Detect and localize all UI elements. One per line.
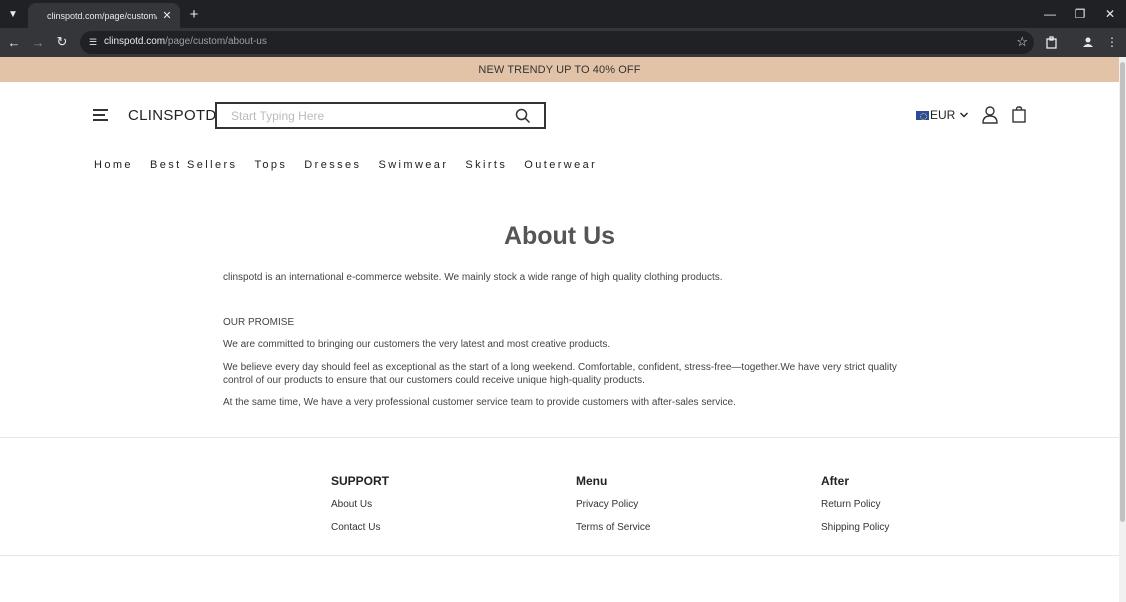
promise-paragraph-2: We believe every day should feel as exce… xyxy=(223,362,897,386)
browser-tab-strip: ▼ clinspotd.com/page/custom/about-us ✕ +… xyxy=(0,0,1126,28)
footer-menu-heading: Menu xyxy=(576,474,608,488)
page-scrollbar[interactable] xyxy=(1119,57,1126,602)
footer-link-contact-us[interactable]: Contact Us xyxy=(331,522,380,533)
site-logo[interactable]: CLINSPOTD xyxy=(128,107,217,124)
minimize-icon[interactable]: — xyxy=(1040,4,1060,24)
promo-banner[interactable]: NEW TRENDY UP TO 40% OFF xyxy=(0,57,1119,82)
tab-close-icon[interactable]: ✕ xyxy=(160,8,174,22)
currency-selector[interactable]: EUR xyxy=(916,108,969,122)
footer-top-divider xyxy=(0,437,1119,438)
promise-heading: OUR PROMISE xyxy=(223,317,295,328)
nav-tops[interactable]: Tops xyxy=(254,159,287,171)
promo-text: NEW TRENDY UP TO 40% OFF xyxy=(478,63,641,76)
footer-link-shipping-policy[interactable]: Shipping Policy xyxy=(821,522,889,533)
restore-icon[interactable]: ❐ xyxy=(1070,4,1090,24)
tab-title: clinspotd.com/page/custom/about-us xyxy=(47,10,157,21)
hamburger-menu-icon[interactable] xyxy=(93,108,108,122)
url-text[interactable]: clinspotd.com/page/custom/about-us xyxy=(104,36,267,47)
reload-icon[interactable]: ↻ xyxy=(53,33,71,51)
eu-flag-icon xyxy=(916,110,929,120)
extensions-puzzle-icon[interactable] xyxy=(1043,33,1061,51)
footer-link-terms-of-service[interactable]: Terms of Service xyxy=(576,522,650,533)
promise-paragraph-1: We are committed to bringing our custome… xyxy=(223,339,611,350)
nav-dresses[interactable]: Dresses xyxy=(304,159,361,171)
footer-after-heading: After xyxy=(821,474,850,488)
bookmark-star-icon[interactable]: ☆ xyxy=(1016,34,1028,50)
search-input[interactable] xyxy=(231,109,511,123)
nav-swimwear[interactable]: Swimwear xyxy=(378,159,448,171)
main-navigation: Home Best Sellers Tops Dresses Swimwear … xyxy=(94,159,614,171)
shopping-bag-icon[interactable] xyxy=(1012,106,1026,123)
forward-arrow-icon[interactable]: → xyxy=(29,33,47,51)
footer-bottom-divider xyxy=(0,555,1119,556)
search-box[interactable] xyxy=(215,102,546,129)
chevron-down-icon xyxy=(960,112,969,118)
browser-toolbar: ← → ↻ ☰ clinspotd.com/page/custom/about-… xyxy=(0,28,1126,57)
browser-tab-active[interactable]: clinspotd.com/page/custom/about-us ✕ xyxy=(28,3,180,28)
footer-link-return-policy[interactable]: Return Policy xyxy=(821,499,880,510)
page-title: About Us xyxy=(503,222,616,250)
back-arrow-icon[interactable]: ← xyxy=(5,33,23,51)
tab-search-chevron-icon[interactable]: ▼ xyxy=(4,5,22,23)
footer-link-about-us[interactable]: About Us xyxy=(331,499,372,510)
nav-best-sellers[interactable]: Best Sellers xyxy=(150,159,238,171)
intro-paragraph: clinspotd is an international e-commerce… xyxy=(223,272,723,283)
account-user-icon[interactable] xyxy=(982,106,998,124)
site-info-icon[interactable]: ☰ xyxy=(86,35,100,49)
profile-avatar-icon[interactable] xyxy=(1079,33,1097,51)
nav-skirts[interactable]: Skirts xyxy=(465,159,507,171)
browser-menu-kebab-icon[interactable]: ⋮ xyxy=(1103,33,1121,51)
search-icon[interactable] xyxy=(515,108,531,124)
footer-support-heading: SUPPORT xyxy=(331,474,390,488)
footer-link-privacy-policy[interactable]: Privacy Policy xyxy=(576,499,638,510)
nav-outerwear[interactable]: Outerwear xyxy=(524,159,597,171)
nav-home[interactable]: Home xyxy=(94,159,133,171)
currency-label: EUR xyxy=(930,108,956,122)
address-bar[interactable]: ☰ clinspotd.com/page/custom/about-us ☆ xyxy=(80,31,1034,54)
window-close-icon[interactable]: ✕ xyxy=(1100,4,1120,24)
promise-paragraph-3: At the same time, We have a very profess… xyxy=(223,397,736,408)
new-tab-plus-icon[interactable]: + xyxy=(186,6,202,23)
scrollbar-thumb[interactable] xyxy=(1120,62,1125,522)
